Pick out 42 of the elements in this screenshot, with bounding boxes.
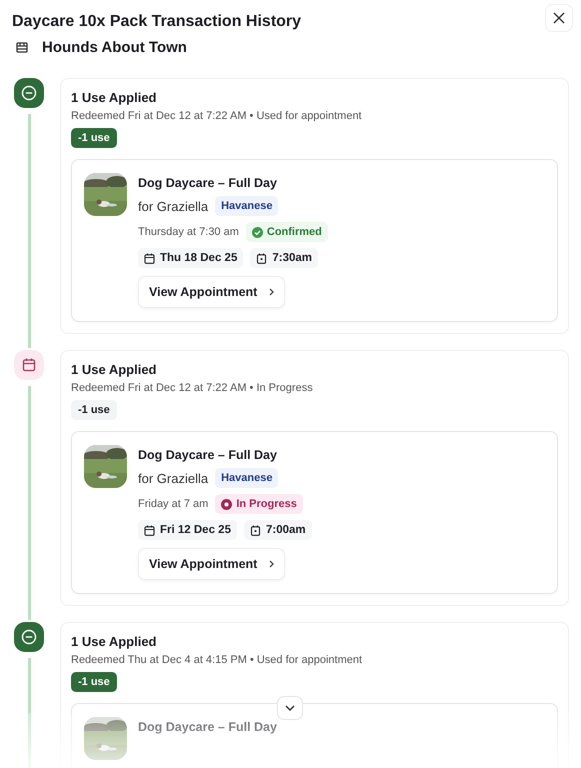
time-text: 7:00am xyxy=(266,524,306,536)
appointment-title: Dog Daycare – Full Day xyxy=(138,448,277,462)
view-appointment-button[interactable]: View Appointment xyxy=(138,548,286,580)
check-circle-icon xyxy=(252,226,263,238)
close-button[interactable] xyxy=(545,4,573,32)
entry-subtitle: Redeemed Fri at Dec 12 at 7:22 AM • In Progress xyxy=(71,382,313,394)
chevron-right-icon xyxy=(269,560,274,568)
dialog-title: Daycare 10x Pack Transaction History xyxy=(12,12,302,31)
calendar-icon xyxy=(144,524,155,536)
date-text: Fri 12 Dec 25 xyxy=(160,524,231,536)
entry-title: 1 Use Applied xyxy=(71,90,156,105)
view-appointment-button[interactable]: View Appointment xyxy=(138,276,286,308)
use-badge: -1 use xyxy=(71,128,117,148)
entry-subtitle: Redeemed Fri at Dec 12 at 7:22 AM • Used for appointment xyxy=(71,110,362,122)
entry-subtitle: Redeemed Thu at Dec 4 at 4:15 PM • Used for appointment xyxy=(71,654,362,666)
calendar-clock-icon xyxy=(256,252,268,264)
use-badge: -1 use xyxy=(71,672,117,692)
time-text: 7:30am xyxy=(272,252,312,264)
status-badge: In Progress xyxy=(215,494,303,514)
chevron-down-icon xyxy=(285,705,295,711)
calendar-icon xyxy=(14,350,44,380)
appointment-title: Dog Daycare – Full Day xyxy=(138,176,277,190)
calendar-icon xyxy=(144,252,155,264)
use-badge: -1 use xyxy=(71,400,117,420)
chevron-right-icon xyxy=(269,288,274,296)
entry-title: 1 Use Applied xyxy=(71,362,156,377)
appointment-time: Friday at 7 am xyxy=(138,498,208,510)
breed-tag: Havanese xyxy=(215,468,278,488)
calendar-clock-icon xyxy=(250,524,261,536)
status-badge: Confirmed xyxy=(246,222,328,242)
pet-name: for Graziella xyxy=(138,198,208,214)
business-name: Hounds About Town xyxy=(42,39,187,56)
scroll-down-button[interactable] xyxy=(277,696,303,720)
pet-name: for Graziella xyxy=(138,470,208,486)
store-icon xyxy=(16,42,28,53)
date-text: Thu 18 Dec 25 xyxy=(160,252,238,264)
close-icon xyxy=(553,12,565,24)
breed-tag: Havanese xyxy=(215,196,278,216)
appointment-time: Thursday at 7:30 am xyxy=(138,226,239,238)
record-icon xyxy=(221,498,232,510)
entry-title: 1 Use Applied xyxy=(71,634,156,649)
appointment-title: Dog Daycare – Full Day xyxy=(138,720,277,734)
